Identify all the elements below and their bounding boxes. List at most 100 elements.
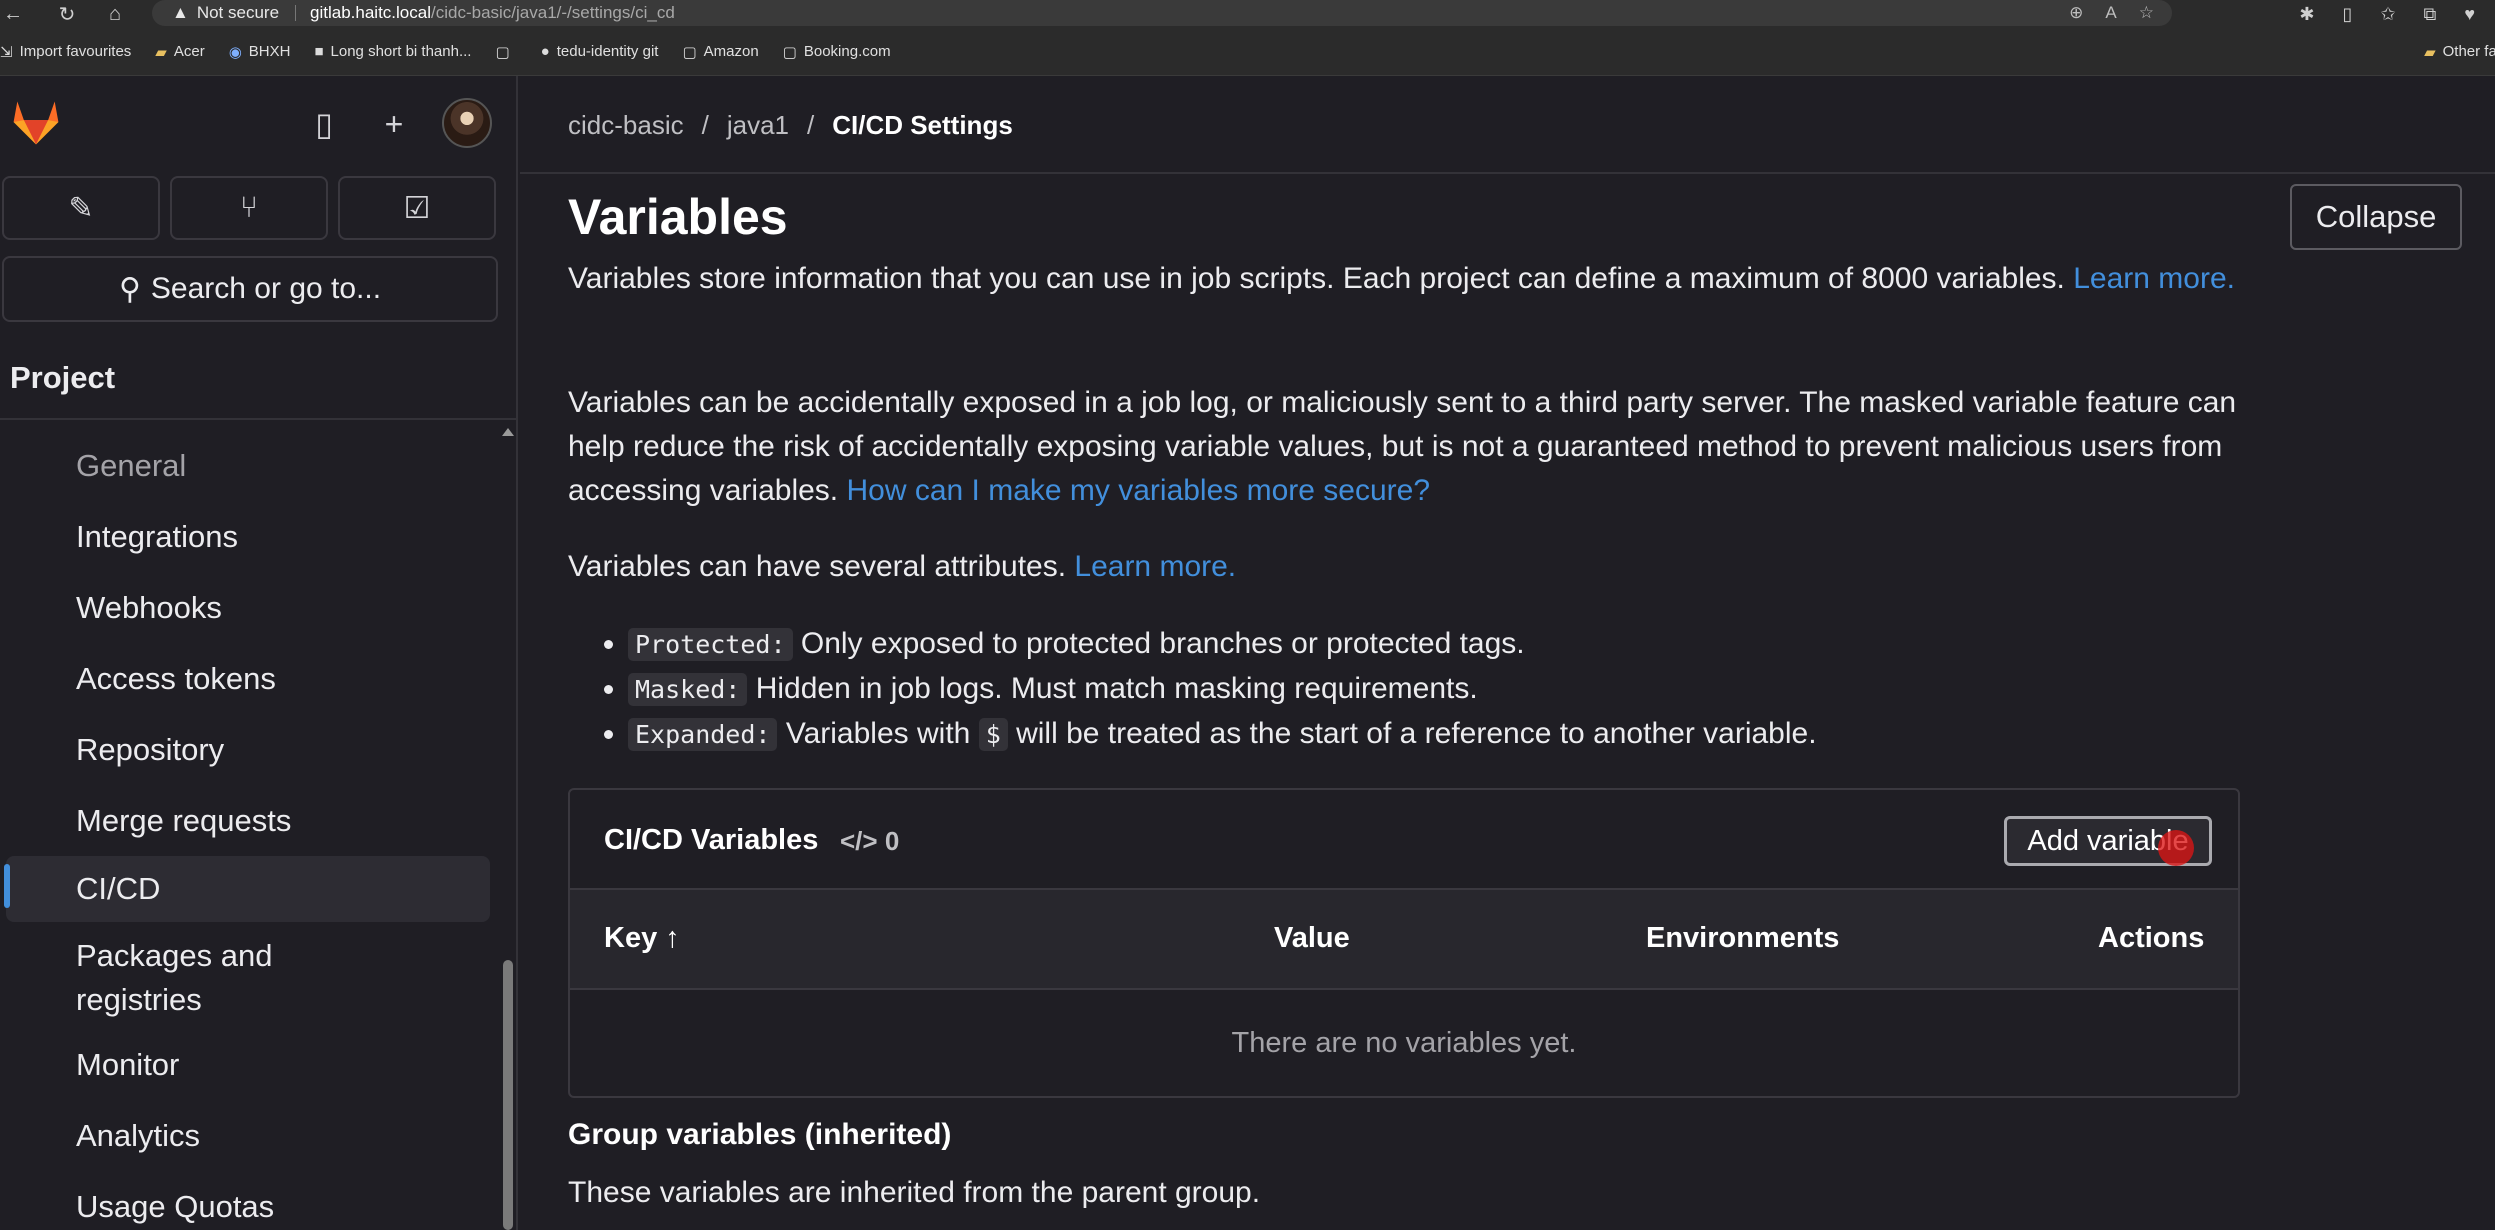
sidebar-item-monitor[interactable]: Monitor <box>0 1043 500 1087</box>
merge-requests-button[interactable]: ⑂ <box>170 176 328 240</box>
intro-text: Variables store information that you can… <box>568 262 2065 295</box>
sidebar-item-analytics[interactable]: Analytics <box>0 1114 500 1158</box>
url-host: gitlab.haitc.local <box>310 3 431 22</box>
bookmark-label: Amazon <box>703 43 759 60</box>
bookmark-bhxh[interactable]: ◉ BHXH <box>229 43 291 61</box>
column-key[interactable]: Key ↑ <box>604 922 680 955</box>
header-divider <box>520 172 2495 174</box>
quick-actions: ✎ ⑂ ☑ <box>2 176 496 240</box>
bookmark-label: Other favou <box>2442 43 2495 60</box>
column-label: Key <box>604 922 658 954</box>
search-label: Search or go to... <box>150 272 382 305</box>
bookmark-other-favourites[interactable]: ▰ Other favou <box>2424 43 2495 61</box>
create-new-icon[interactable]: + <box>374 104 414 144</box>
sidebar-scrollbar[interactable] <box>502 424 514 1230</box>
variables-intro: Variables store information that you can… <box>568 257 2268 301</box>
bookmark-acer[interactable]: ▰ Acer <box>155 43 204 61</box>
sidebar-item-repository[interactable]: Repository <box>0 728 500 772</box>
extensions-icon[interactable]: ✱ <box>2299 4 2314 25</box>
attributes-intro-text: Variables can have several attributes. <box>568 550 1067 583</box>
reload-icon[interactable]: ↻ <box>54 1 80 27</box>
list-item: Masked: Hidden in job logs. Must match m… <box>628 667 1817 712</box>
page-icon: ▢ <box>682 43 697 61</box>
bookmark-label: Import favourites <box>19 43 132 60</box>
zoom-icon[interactable]: ⊕ <box>2069 3 2083 23</box>
sidebar-header: ▯ + <box>0 76 516 174</box>
cicd-variables-card: CI/CD Variables </> 0 Add variable Key ↑… <box>568 788 2240 1098</box>
back-icon[interactable]: ← <box>0 1 26 27</box>
bookmark-booking[interactable]: ▢ Booking.com <box>783 43 891 61</box>
security-note: Variables can be accidentally exposed in… <box>568 381 2268 513</box>
search-icon: ⚲ <box>118 272 141 306</box>
sidebar-item-label: registries <box>76 982 202 1017</box>
attributes-learn-more-link[interactable]: Learn more. <box>1074 550 1236 583</box>
attribute-text: will be treated as the start of a refere… <box>1016 717 1817 750</box>
count-value: 0 <box>884 826 900 856</box>
home-icon[interactable]: ⌂ <box>102 1 128 27</box>
todo-checkbox-icon: ☑ <box>403 191 431 225</box>
search-button[interactable]: ⚲ Search or go to... <box>2 256 498 322</box>
site-favicon-icon: ■ <box>314 43 324 60</box>
bookmark-page[interactable]: ▢ <box>495 43 516 61</box>
learn-more-link[interactable]: Learn more. <box>2073 262 2235 295</box>
collapse-button[interactable]: Collapse <box>2290 184 2462 250</box>
bookmarks-bar: ⇲ Import favourites ▰ Acer ◉ BHXH ■ Long sho… <box>0 28 2495 76</box>
bookmark-label: Acer <box>173 43 205 60</box>
page-icon: ▢ <box>495 43 510 61</box>
gitlab-logo-icon[interactable] <box>8 94 64 150</box>
sidebar-item-access-tokens[interactable]: Access tokens <box>0 657 500 701</box>
list-item: Expanded: Variables with $ will be treat… <box>628 712 1817 757</box>
bookmark-label: Long short bi thanh... <box>330 43 472 60</box>
bookmark-import-favourites[interactable]: ⇲ Import favourites <box>0 43 131 61</box>
breadcrumb-item[interactable]: java1 <box>727 110 789 141</box>
avatar[interactable] <box>442 98 492 148</box>
scroll-up-arrow-icon[interactable] <box>502 428 514 436</box>
attribute-text: Variables with <box>785 717 971 750</box>
card-header: CI/CD Variables </> 0 Add variable <box>570 790 2238 890</box>
scrollbar-thumb[interactable] <box>503 960 513 1230</box>
issues-icon: ✎ <box>68 191 94 225</box>
security-link[interactable]: How can I make my variables more secure? <box>846 474 1430 507</box>
code-protected: Protected: <box>628 628 793 661</box>
attribute-text: Hidden in job logs. Must match masking r… <box>755 672 1478 705</box>
breadcrumb-current[interactable]: CI/CD Settings <box>832 110 1013 141</box>
breadcrumb-item[interactable]: cidc-basic <box>568 110 684 141</box>
read-aloud-icon[interactable]: A <box>2105 3 2116 23</box>
breadcrumb-separator: / <box>701 110 709 140</box>
address-bar[interactable]: ▲ Not secure gitlab.haitc.local /cidc-ba… <box>152 0 2172 26</box>
sidebar-item-general[interactable]: General <box>0 444 500 488</box>
bookmark-label: BHXH <box>248 43 291 60</box>
bookmark-long-short[interactable]: ■ Long short bi thanh... <box>314 43 471 60</box>
group-variables-description: These variables are inherited from the p… <box>568 1176 1261 1209</box>
page-icon: ▢ <box>782 43 797 61</box>
main-content: cidc-basic / java1 / CI/CD Settings Vari… <box>520 76 2495 1230</box>
sidebar-item-merge-requests[interactable]: Merge requests <box>0 799 500 843</box>
sidebar-toggle-icon[interactable]: ▯ <box>304 104 344 144</box>
sidebar-item-integrations[interactable]: Integrations <box>0 515 500 559</box>
sidebar: ▯ + ✎ ⑂ ☑ ⚲ Search or go to... Project G… <box>0 76 518 1230</box>
bookmark-label: Booking.com <box>803 43 891 60</box>
sidebar-item-label: Packages and <box>76 938 273 973</box>
split-screen-icon[interactable]: ▯ <box>2342 4 2352 25</box>
sidebar-item-webhooks[interactable]: Webhooks <box>0 586 500 630</box>
favorites-icon[interactable]: ✩ <box>2380 4 2395 25</box>
column-actions: Actions <box>2098 922 2205 954</box>
add-variable-button[interactable]: Add variable <box>2004 816 2212 866</box>
browser-essentials-icon[interactable]: ♥ <box>2464 4 2475 25</box>
sidebar-item-usage-quotas[interactable]: Usage Quotas <box>0 1185 500 1229</box>
collections-icon[interactable]: ⧉ <box>2423 4 2436 25</box>
sidebar-item-cicd[interactable]: CI/CD <box>4 856 490 922</box>
sidebar-nav: General Integrations Webhooks Access tok… <box>0 420 500 1229</box>
warning-icon: ▲ <box>172 3 189 22</box>
breadcrumb-separator: / <box>806 110 815 140</box>
todos-button[interactable]: ☑ <box>338 176 496 240</box>
variable-count: </> 0 <box>840 826 899 857</box>
favorite-star-icon[interactable]: ☆ <box>2139 3 2154 23</box>
bookmark-tedu-identity[interactable]: ● tedu-identity git <box>541 43 659 60</box>
bookmark-amazon[interactable]: ▢ Amazon <box>682 43 758 61</box>
empty-state: There are no variables yet. <box>1231 1026 1577 1059</box>
sidebar-item-packages[interactable]: Packages and registries <box>0 934 500 1022</box>
github-icon: ● <box>540 43 550 60</box>
issues-button[interactable]: ✎ <box>2 176 160 240</box>
table-header: Key ↑ Value Environments Actions <box>570 890 2238 990</box>
